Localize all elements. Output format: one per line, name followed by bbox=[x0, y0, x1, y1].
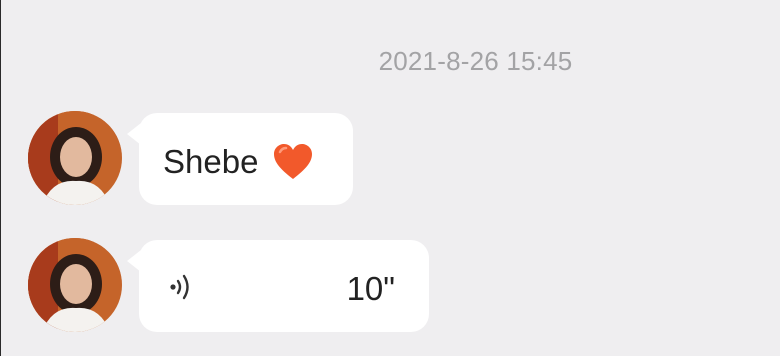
voice-duration: 10" bbox=[346, 270, 395, 307]
message-bubble-text[interactable]: Shebe bbox=[127, 113, 353, 205]
chat-view: 2021-8-26 15:45 Shebe 10" bbox=[0, 0, 780, 356]
heart-icon bbox=[274, 144, 313, 179]
avatar-photo bbox=[28, 238, 122, 332]
avatar-photo bbox=[28, 111, 122, 205]
avatar[interactable] bbox=[28, 111, 122, 205]
voice-wave-icon bbox=[170, 274, 189, 300]
message-timestamp: 2021-8-26 15:45 bbox=[378, 46, 573, 76]
voice-message-bubble[interactable]: 10" bbox=[127, 240, 429, 332]
avatar[interactable] bbox=[28, 238, 122, 332]
message-text: Shebe bbox=[163, 143, 259, 180]
